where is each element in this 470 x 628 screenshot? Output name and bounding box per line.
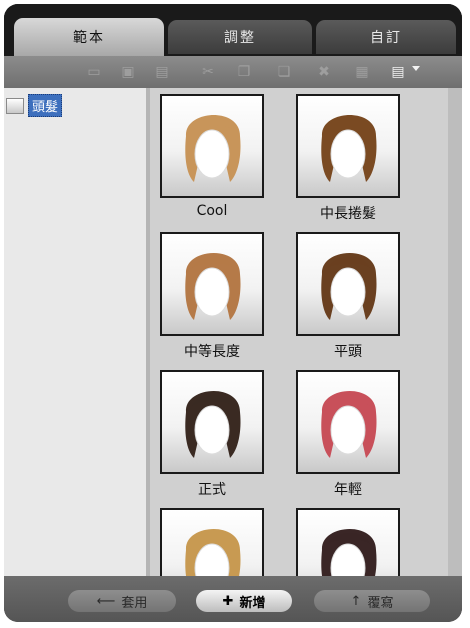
arrow-left-icon: ⟵ bbox=[96, 593, 116, 609]
gallery-scrollbar[interactable] bbox=[448, 88, 462, 576]
hair-template-label: 正式 bbox=[198, 482, 226, 498]
delete-icon[interactable]: ✖ bbox=[316, 64, 332, 80]
hair-thumbnail bbox=[160, 94, 264, 198]
arrow-up-icon: ↑ bbox=[350, 593, 362, 609]
delete-folder-icon[interactable]: ▣ bbox=[120, 64, 136, 80]
new-folder-icon[interactable]: ▭ bbox=[86, 64, 102, 80]
hair-template-label: 年輕 bbox=[334, 482, 362, 498]
hair-preview-image bbox=[321, 529, 377, 576]
hair-template-card[interactable]: Cool bbox=[160, 94, 264, 219]
cut-icon[interactable]: ✂ bbox=[200, 64, 216, 80]
hair-preview-image bbox=[321, 114, 377, 182]
apply-button[interactable]: ⟵ 套用 bbox=[68, 590, 176, 612]
properties-icon[interactable]: ▦ bbox=[354, 64, 370, 80]
bottom-bar: ⟵ 套用 ✚ 新增 ↑ 覆寫 bbox=[4, 576, 462, 622]
toolbar: ▭ ▣ ▤ ✂ ❐ ❏ ✖ ▦ ▤ bbox=[4, 56, 462, 88]
hair-template-card[interactable]: 平頭 bbox=[296, 232, 400, 361]
add-label: 新增 bbox=[239, 595, 266, 611]
hair-thumbnail bbox=[160, 508, 264, 576]
hair-preview-image bbox=[321, 390, 377, 458]
hair-template-panel: 範本 調整 自訂 ▭ ▣ ▤ ✂ ❐ ❏ ✖ ▦ ▤ 頭髮 Cool 中長捲髮中等… bbox=[4, 4, 462, 622]
tab-custom[interactable]: 自訂 bbox=[316, 20, 456, 54]
hair-preview-image bbox=[185, 252, 241, 320]
hair-template-label: 中長捲髮 bbox=[320, 206, 376, 222]
tab-bar: 範本 調整 自訂 bbox=[4, 4, 462, 58]
hair-template-label: 中等長度 bbox=[184, 344, 240, 360]
hair-template-label: 平頭 bbox=[334, 344, 362, 360]
view-mode-icon[interactable]: ▤ bbox=[390, 64, 406, 80]
tab-template[interactable]: 範本 bbox=[14, 18, 164, 56]
paste-icon[interactable]: ❏ bbox=[276, 64, 292, 80]
hair-template-card[interactable]: 年輕 bbox=[296, 370, 400, 499]
copy-icon[interactable]: ❐ bbox=[236, 64, 252, 80]
hair-thumbnail bbox=[296, 232, 400, 336]
hair-preview-image bbox=[185, 114, 241, 182]
hair-preview-image bbox=[321, 252, 377, 320]
thumbnail-gallery: Cool 中長捲髮中等長度 平頭正式 年輕 bbox=[146, 88, 462, 576]
hair-template-card[interactable]: 中長捲髮 bbox=[296, 94, 400, 223]
hair-preview-image bbox=[185, 390, 241, 458]
hair-template-card[interactable]: 正式 bbox=[160, 370, 264, 499]
hair-thumbnail bbox=[296, 370, 400, 474]
hair-preview-image bbox=[185, 529, 241, 576]
overwrite-label: 覆寫 bbox=[367, 595, 394, 611]
tree-item-hair[interactable]: 頭髮 bbox=[6, 94, 63, 117]
hair-template-card[interactable] bbox=[160, 508, 264, 576]
hair-template-card[interactable]: 中等長度 bbox=[160, 232, 264, 361]
hair-thumbnail bbox=[296, 94, 400, 198]
folder-icon[interactable]: ▤ bbox=[154, 64, 170, 80]
hair-template-label: Cool bbox=[196, 203, 228, 219]
category-tree: 頭髮 bbox=[4, 88, 146, 576]
tab-adjust[interactable]: 調整 bbox=[168, 20, 312, 54]
hair-template-card[interactable] bbox=[296, 508, 400, 576]
view-dropdown-arrow-icon[interactable] bbox=[412, 66, 420, 71]
tree-item-label: 頭髮 bbox=[28, 94, 63, 117]
add-button[interactable]: ✚ 新增 bbox=[196, 590, 292, 612]
apply-label: 套用 bbox=[121, 595, 148, 611]
hair-thumbnail bbox=[160, 370, 264, 474]
plus-icon: ✚ bbox=[222, 593, 234, 609]
hair-thumbnail bbox=[160, 232, 264, 336]
overwrite-button[interactable]: ↑ 覆寫 bbox=[314, 590, 430, 612]
folder-icon bbox=[6, 97, 24, 114]
hair-thumbnail bbox=[296, 508, 400, 576]
